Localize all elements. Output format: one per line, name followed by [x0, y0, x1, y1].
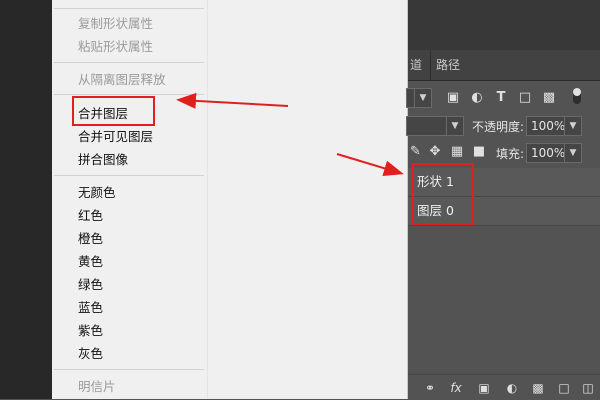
arrow-to-layers	[336, 153, 404, 177]
arrow-to-merge-layers	[176, 92, 289, 109]
annotation-arrows	[176, 92, 404, 177]
